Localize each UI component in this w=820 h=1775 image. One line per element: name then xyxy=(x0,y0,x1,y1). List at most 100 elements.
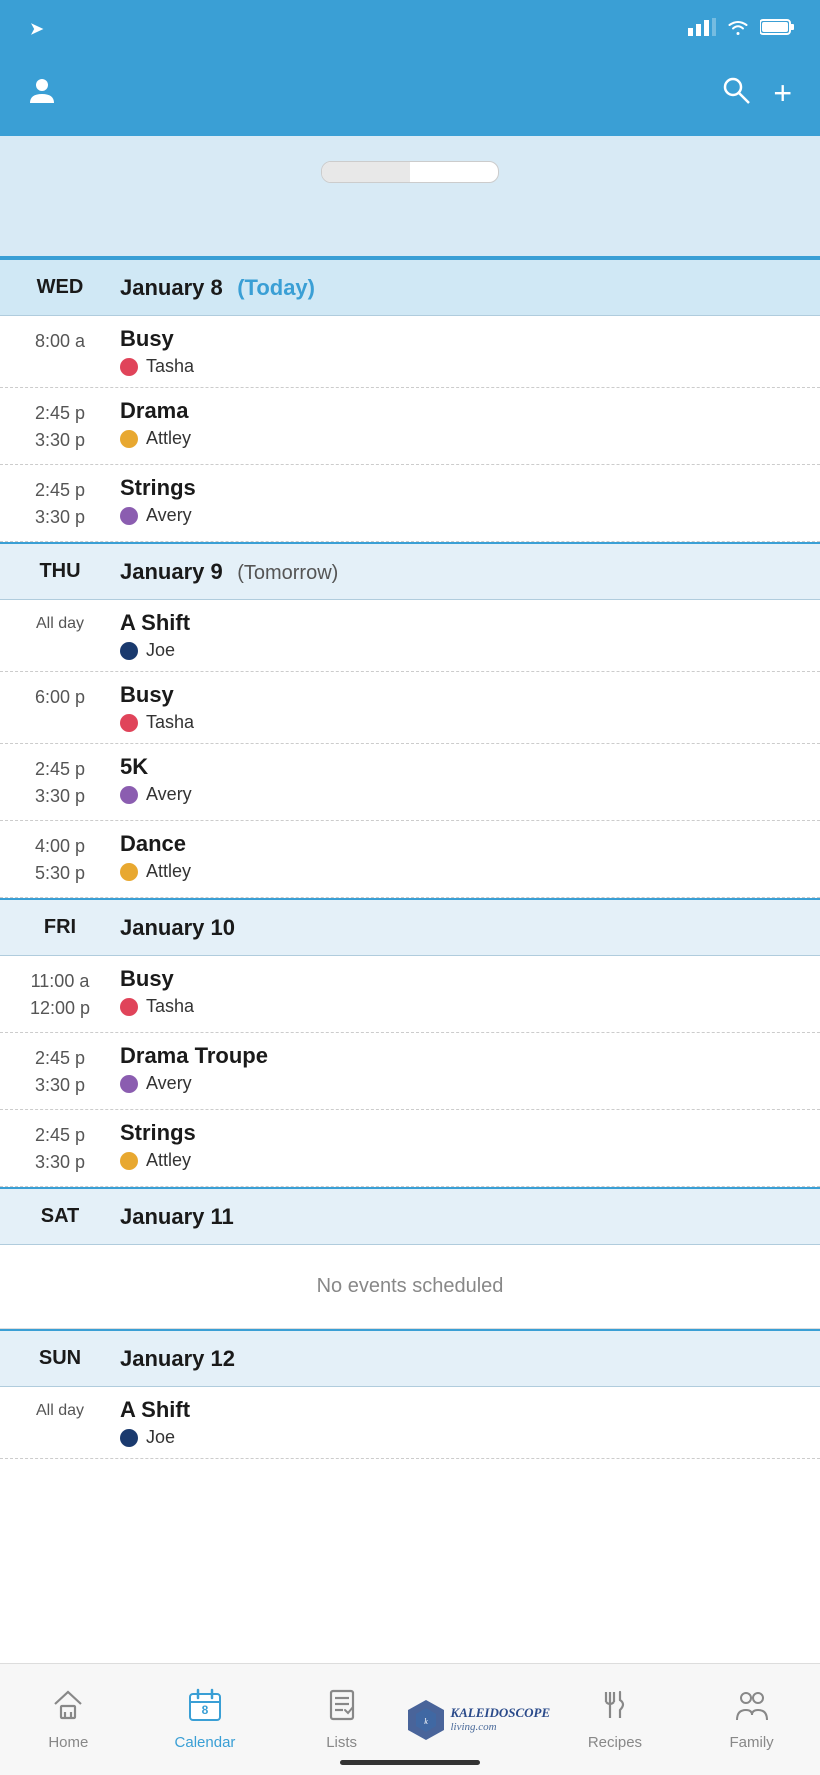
event-person: Attley xyxy=(120,1150,804,1171)
event-time: 2:45 p3:30 p xyxy=(0,475,120,531)
event-content: Strings Attley xyxy=(120,1120,820,1171)
event-row[interactable]: All day A Shift Joe xyxy=(0,1387,820,1459)
status-time: ➤ xyxy=(24,19,43,39)
person-name: Attley xyxy=(146,1150,191,1171)
nav-label: Family xyxy=(730,1734,774,1751)
month-tab[interactable] xyxy=(410,162,498,182)
event-time: 11:00 a12:00 p xyxy=(0,966,120,1022)
person-name: Tasha xyxy=(146,996,194,1017)
event-title: A Shift xyxy=(120,1397,804,1423)
family-icon xyxy=(735,1688,769,1730)
event-title: 5K xyxy=(120,754,804,780)
person-dot xyxy=(120,1152,138,1170)
nav-label: Lists xyxy=(326,1734,357,1751)
day-date: January 8 xyxy=(120,275,223,300)
nav-item-family[interactable]: Family xyxy=(697,1688,807,1751)
no-events: No events scheduled xyxy=(0,1245,820,1329)
toggle-bar xyxy=(0,136,820,208)
event-row[interactable]: 2:45 p3:30 p Drama Troupe Avery xyxy=(0,1033,820,1110)
event-content: A Shift Joe xyxy=(120,610,820,661)
day-header-sun: SUN January 12 xyxy=(0,1329,820,1387)
event-row[interactable]: 6:00 p Busy Tasha xyxy=(0,672,820,744)
search-icon[interactable] xyxy=(721,75,751,112)
nav-item-recipes[interactable]: Recipes xyxy=(560,1688,670,1751)
day-date-full: January 9 (Tomorrow) xyxy=(120,559,338,585)
event-person: Attley xyxy=(120,861,804,882)
event-content: Drama Attley xyxy=(120,398,820,449)
person-dot xyxy=(120,863,138,881)
event-row[interactable]: 2:45 p3:30 p Strings Attley xyxy=(0,1110,820,1187)
day-dow: WED xyxy=(0,276,120,299)
add-icon[interactable]: + xyxy=(773,75,792,112)
view-toggle[interactable] xyxy=(321,161,499,183)
event-person: Tasha xyxy=(120,996,804,1017)
event-time: All day xyxy=(0,610,120,636)
day-dow: SAT xyxy=(0,1205,120,1228)
event-title: Strings xyxy=(120,1120,804,1146)
person-dot xyxy=(120,430,138,448)
event-time: All day xyxy=(0,1397,120,1423)
wifi-icon xyxy=(726,18,750,41)
event-title: Dance xyxy=(120,831,804,857)
event-title: Busy xyxy=(120,682,804,708)
bottom-nav: Home 8 Calendar xyxy=(0,1663,820,1775)
event-content: Busy Tasha xyxy=(120,966,820,1017)
event-row[interactable]: 8:00 a Busy Tasha xyxy=(0,316,820,388)
day-date-full: January 8 (Today) xyxy=(120,275,315,301)
nav-item-home[interactable]: Home xyxy=(13,1688,123,1751)
view-past-events[interactable] xyxy=(0,208,820,258)
event-row[interactable]: 2:45 p3:30 p Drama Attley xyxy=(0,388,820,465)
day-dow: SUN xyxy=(0,1347,120,1370)
event-person: Tasha xyxy=(120,356,804,377)
agenda-tab[interactable] xyxy=(322,162,410,182)
battery-icon xyxy=(760,18,796,41)
person-dot xyxy=(120,1429,138,1447)
person-name: Avery xyxy=(146,1073,192,1094)
event-row[interactable]: 2:45 p3:30 p Strings Avery xyxy=(0,465,820,542)
nav-label: Home xyxy=(48,1734,88,1751)
event-content: Busy Tasha xyxy=(120,326,820,377)
event-time: 6:00 p xyxy=(0,682,120,711)
event-title: Busy xyxy=(120,966,804,992)
svg-text:8: 8 xyxy=(202,1703,209,1717)
event-title: A Shift xyxy=(120,610,804,636)
person-name: Attley xyxy=(146,861,191,882)
person-dot xyxy=(120,358,138,376)
person-name: Joe xyxy=(146,640,175,661)
event-row[interactable]: 2:45 p3:30 p 5K Avery xyxy=(0,744,820,821)
event-content: Busy Tasha xyxy=(120,682,820,733)
day-header-thu: THU January 9 (Tomorrow) xyxy=(0,542,820,600)
calendar-icon: 8 xyxy=(188,1688,222,1730)
day-dow: THU xyxy=(0,560,120,583)
day-header-fri: FRI January 10 xyxy=(0,898,820,956)
event-row[interactable]: 4:00 p5:30 p Dance Attley xyxy=(0,821,820,898)
agenda-content: WED January 8 (Today) 8:00 a Busy Tasha … xyxy=(0,258,820,1459)
person-dot xyxy=(120,1075,138,1093)
event-row[interactable]: All day A Shift Joe xyxy=(0,600,820,672)
nav-item-lists[interactable]: Lists xyxy=(287,1688,397,1751)
day-date-full: January 12 xyxy=(120,1346,235,1372)
event-person: Tasha xyxy=(120,712,804,733)
header-right: + xyxy=(721,75,792,112)
lists-icon xyxy=(325,1688,359,1730)
event-time: 2:45 p3:30 p xyxy=(0,1120,120,1176)
day-date-full: January 10 xyxy=(120,915,235,941)
status-bar: ➤ xyxy=(0,0,820,56)
person-name: Avery xyxy=(146,505,192,526)
event-title: Drama xyxy=(120,398,804,424)
nav-item-calendar[interactable]: 8 Calendar xyxy=(150,1688,260,1751)
event-time: 4:00 p5:30 p xyxy=(0,831,120,887)
event-content: Strings Avery xyxy=(120,475,820,526)
person-name: Avery xyxy=(146,784,192,805)
person-name: Tasha xyxy=(146,356,194,377)
home-bar xyxy=(340,1760,480,1765)
event-row[interactable]: 11:00 a12:00 p Busy Tasha xyxy=(0,956,820,1033)
person-dot xyxy=(120,507,138,525)
event-title: Strings xyxy=(120,475,804,501)
signal-icon xyxy=(688,18,716,41)
header-left[interactable] xyxy=(28,76,64,110)
person-name: Tasha xyxy=(146,712,194,733)
event-time: 8:00 a xyxy=(0,326,120,355)
day-date-full: January 11 xyxy=(120,1204,234,1230)
event-person: Joe xyxy=(120,1427,804,1448)
